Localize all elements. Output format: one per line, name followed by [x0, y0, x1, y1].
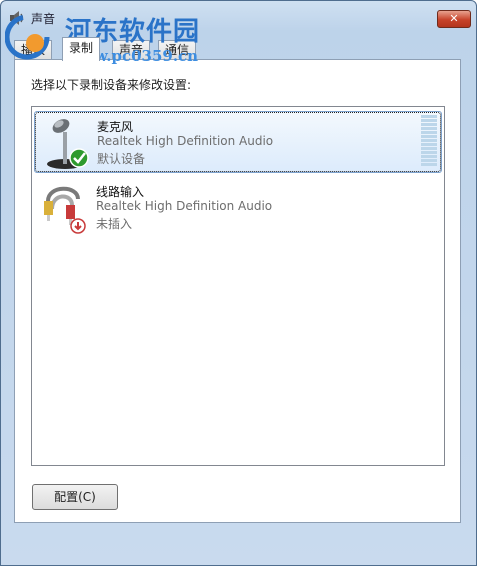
sound-dialog: 声音 ✕ 播放 录制 声音 通信 选择以下录制设备来修改设置: 麦克风 R — [0, 0, 477, 566]
recording-device-list[interactable]: 麦克风 Realtek High Definition Audio 默认设备 线… — [31, 106, 445, 466]
device-status: 默认设备 — [97, 152, 146, 166]
device-status: 未插入 — [96, 217, 133, 231]
close-button[interactable]: ✕ — [437, 10, 471, 28]
device-name: 线路输入 — [96, 185, 145, 199]
recording-tab-panel: 选择以下录制设备来修改设置: 麦克风 Realtek High Definiti… — [14, 59, 461, 523]
tab-recording[interactable]: 录制 — [62, 37, 101, 61]
device-item-line-in[interactable]: 线路输入 Realtek High Definition Audio 未插入 — [34, 177, 442, 239]
instruction-text: 选择以下录制设备来修改设置: — [31, 78, 192, 92]
level-meter — [421, 115, 437, 169]
device-name: 麦克风 — [97, 120, 134, 134]
line-in-cable-icon — [44, 186, 86, 234]
device-item-microphone[interactable]: 麦克风 Realtek High Definition Audio 默认设备 — [34, 111, 442, 173]
dialog-button-area — [9, 523, 469, 559]
default-check-icon — [69, 148, 89, 168]
configure-button[interactable]: 配置(C) — [32, 484, 118, 510]
device-driver: Realtek High Definition Audio — [97, 134, 274, 148]
watermark-logo-icon — [5, 14, 50, 60]
watermark: 河东软件园 www.pc0359.cn — [5, 9, 235, 69]
device-driver: Realtek High Definition Audio — [96, 199, 273, 213]
close-icon: ✕ — [449, 12, 459, 25]
microphone-icon — [47, 119, 89, 169]
